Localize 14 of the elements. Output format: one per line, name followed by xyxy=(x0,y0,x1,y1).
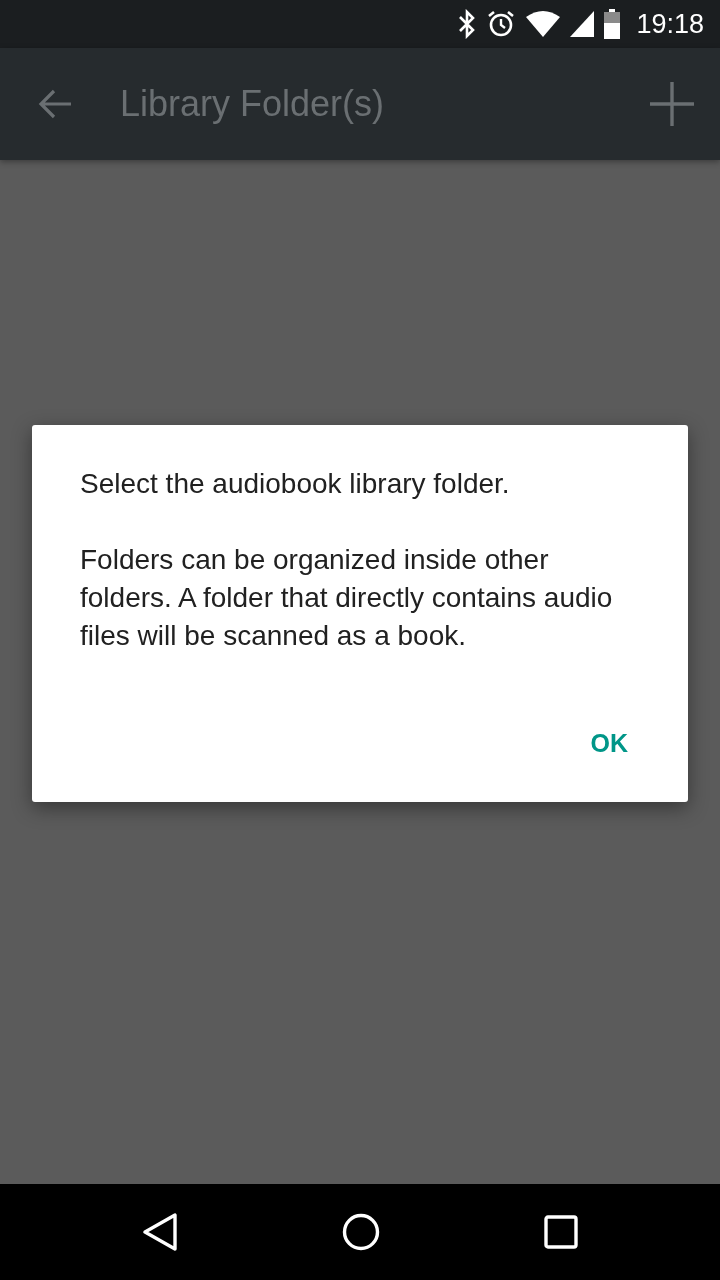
toolbar-title: Library Folder(s) xyxy=(120,83,386,125)
back-icon[interactable] xyxy=(142,1213,178,1251)
battery-icon xyxy=(604,9,621,39)
home-icon[interactable] xyxy=(342,1213,380,1251)
bluetooth-icon xyxy=(458,9,477,39)
dialog-message: Select the audiobook library folder. xyxy=(80,467,511,501)
wifi-icon xyxy=(526,11,561,37)
signal-icon xyxy=(570,11,595,37)
add-icon[interactable] xyxy=(648,80,696,128)
recents-icon[interactable] xyxy=(544,1215,578,1249)
dialog-message: Folders can be organized inside other folders. A folder that directly contains audio files will be scanned as a book. xyxy=(80,543,614,653)
status-time: 19:18 xyxy=(636,8,704,40)
back-arrow-icon[interactable] xyxy=(38,89,72,119)
ok-button[interactable]: OK xyxy=(570,715,648,772)
